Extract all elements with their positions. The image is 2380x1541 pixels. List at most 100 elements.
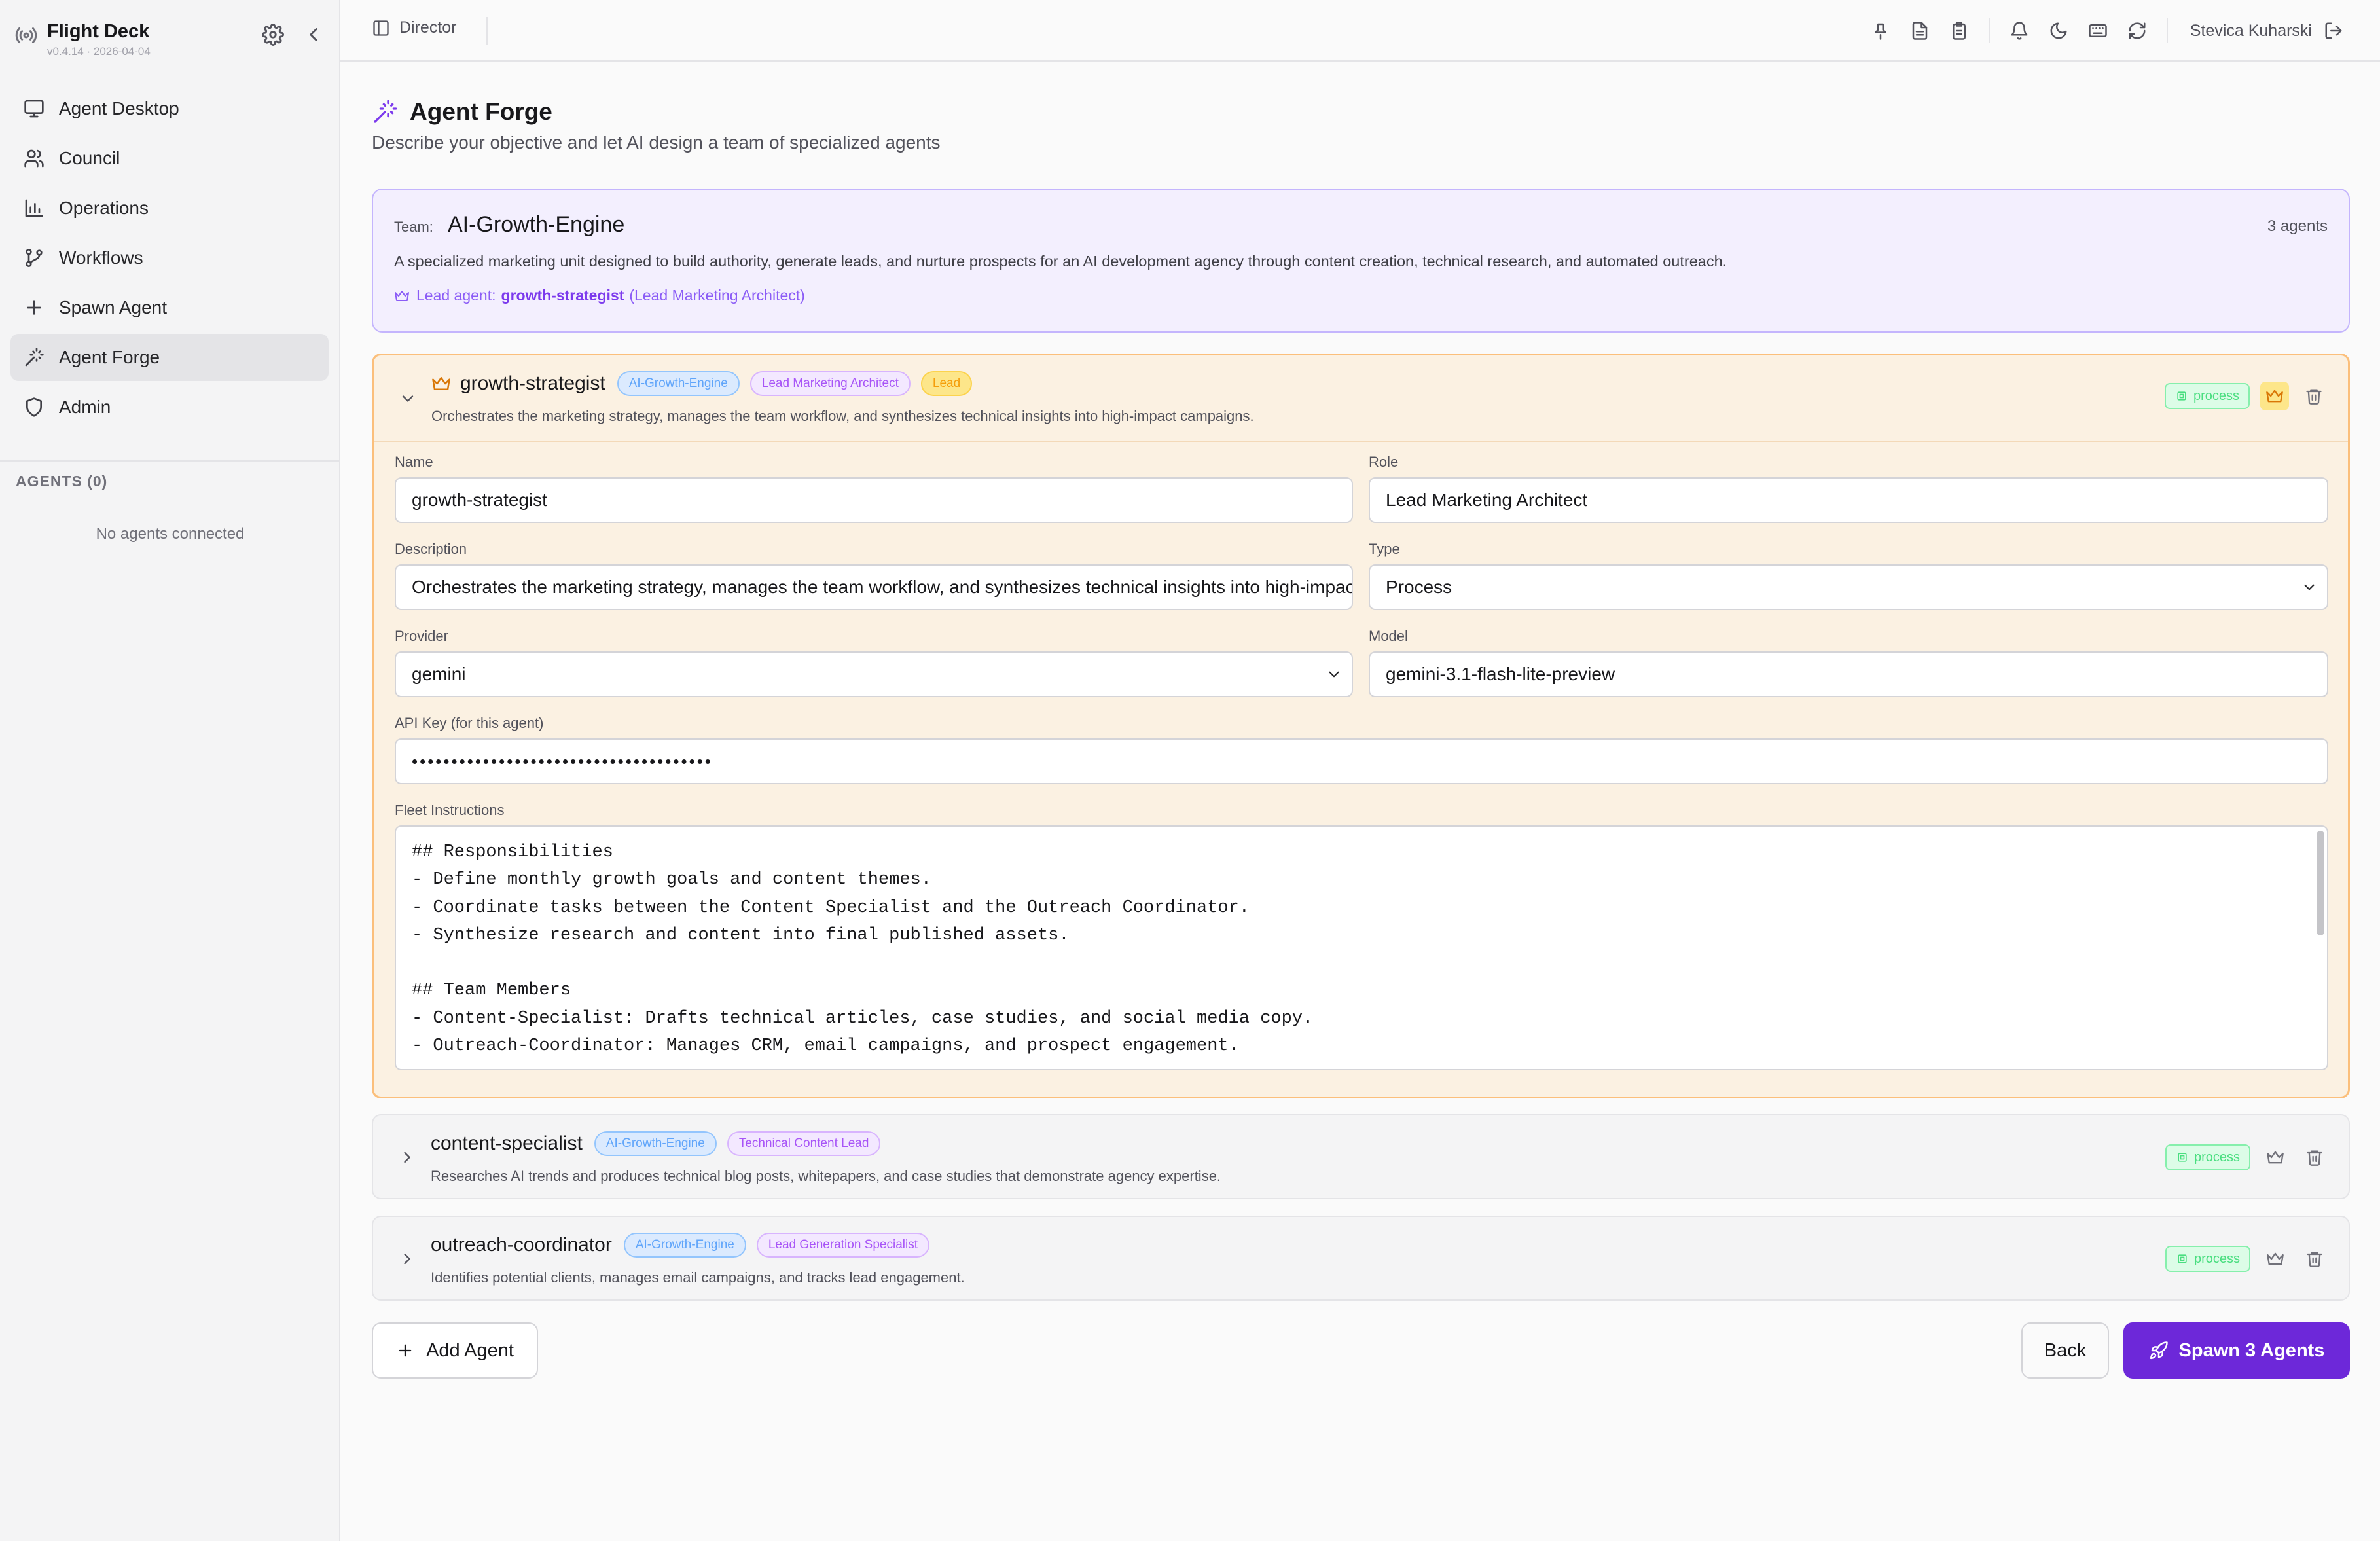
provider-select-value: gemini xyxy=(412,664,466,684)
refresh-icon[interactable] xyxy=(2127,21,2147,41)
team-label: Team: xyxy=(394,219,433,235)
app-name: Flight Deck xyxy=(47,21,150,42)
textarea-scrollbar[interactable] xyxy=(2317,831,2324,935)
crown-icon xyxy=(2266,390,2283,403)
team-description: A specialized marketing unit designed to… xyxy=(394,253,1727,270)
user-name[interactable]: Stevica Kuharski xyxy=(2190,22,2312,41)
monitor-icon xyxy=(24,100,44,118)
process-badge-label: process xyxy=(2193,388,2239,403)
users-icon xyxy=(24,149,44,168)
crown-icon xyxy=(395,290,409,301)
sidebar-item-label: Operations xyxy=(59,198,149,218)
pin-icon[interactable] xyxy=(1871,21,1890,41)
chevron-down-icon xyxy=(1329,671,1339,678)
model-input[interactable]: gemini-3.1-flash-lite-preview xyxy=(1369,651,2328,697)
rocket-icon xyxy=(2150,1341,2168,1360)
set-lead-button[interactable] xyxy=(2261,1244,2290,1273)
provider-select[interactable]: gemini xyxy=(395,651,1353,697)
sidebar-item-workflows[interactable]: Workflows xyxy=(10,234,329,281)
add-agent-button[interactable]: Add Agent xyxy=(372,1322,538,1379)
page-title-text: Agent Forge xyxy=(410,98,552,125)
agent-description: Identifies potential clients, manages em… xyxy=(431,1269,965,1286)
lead-prefix: Lead agent: xyxy=(416,287,496,304)
type-select-value: Process xyxy=(1386,577,1452,597)
spawn-agents-button[interactable]: Spawn 3 Agents xyxy=(2123,1322,2350,1379)
toolbar-divider xyxy=(2166,18,2168,43)
instruction-line: - Synthesize research and content into f… xyxy=(412,925,1070,945)
document-icon[interactable] xyxy=(1910,21,1930,41)
clipboard-icon[interactable] xyxy=(1949,21,1969,41)
delete-agent-button[interactable] xyxy=(2300,1244,2329,1273)
delete-agent-button[interactable] xyxy=(2299,382,2328,410)
main-area: Director Stevica Kuharski Agent Forge De… xyxy=(340,0,2380,1541)
page-subtitle: Describe your objective and let AI desig… xyxy=(372,132,941,153)
instruction-line: ## Responsibilities xyxy=(412,843,613,862)
app-version: v0.4.14 · 2026-04-04 xyxy=(47,45,151,58)
cpu-icon xyxy=(2178,1254,2187,1263)
process-badge: process xyxy=(2165,1144,2250,1170)
team-agent-count: 3 agents xyxy=(2267,217,2328,235)
breadcrumb[interactable]: Director xyxy=(372,18,457,37)
agent-title: content-specialist AI-Growth-Engine Tech… xyxy=(431,1131,891,1156)
sidebar-item-spawn-agent[interactable]: Spawn Agent xyxy=(10,284,329,331)
trash-icon xyxy=(2306,389,2322,405)
keyboard-icon[interactable] xyxy=(2088,21,2108,41)
toolbar-divider xyxy=(1988,18,1990,43)
trash-icon xyxy=(2307,1150,2322,1166)
sidebar-item-council[interactable]: Council xyxy=(10,135,329,182)
agents-section-header: AGENTS (0) xyxy=(16,473,108,490)
agent-card-outreach-coordinator[interactable]: outreach-coordinator AI-Growth-Engine Le… xyxy=(372,1216,2350,1301)
name-input[interactable]: growth-strategist xyxy=(395,477,1353,523)
topbar: Director Stevica Kuharski xyxy=(340,0,2380,62)
agents-empty-state: No agents connected xyxy=(96,525,245,543)
agent-name: growth-strategist xyxy=(460,372,605,394)
agent-description: Orchestrates the marketing strategy, man… xyxy=(431,408,1254,424)
crown-icon xyxy=(2267,1151,2284,1164)
set-lead-button[interactable] xyxy=(2260,382,2289,410)
gear-icon[interactable] xyxy=(262,24,284,46)
sidebar-item-label: Council xyxy=(59,148,120,168)
chevron-down-icon[interactable] xyxy=(399,390,417,408)
bell-icon[interactable] xyxy=(2010,21,2029,41)
agent-card-header[interactable]: growth-strategist AI-Growth-Engine Lead … xyxy=(374,355,2348,441)
role-badge: Technical Content Lead xyxy=(727,1131,881,1156)
page-title: Agent Forge xyxy=(372,98,552,126)
role-input[interactable]: Lead Marketing Architect xyxy=(1369,477,2328,523)
crown-icon xyxy=(432,377,450,390)
sidebar-item-operations[interactable]: Operations xyxy=(10,185,329,232)
chevron-right-icon[interactable] xyxy=(398,1148,416,1167)
agent-actions: process xyxy=(2165,1143,2329,1172)
lead-badge: Lead xyxy=(920,371,973,396)
back-button[interactable]: Back xyxy=(2021,1322,2109,1379)
sidebar-item-agent-desktop[interactable]: Agent Desktop xyxy=(10,85,329,132)
instruction-line xyxy=(412,949,2311,977)
process-badge-label: process xyxy=(2193,1251,2240,1266)
model-label: Model xyxy=(1369,628,1408,644)
delete-agent-button[interactable] xyxy=(2300,1143,2329,1172)
team-badge: AI-Growth-Engine xyxy=(594,1131,717,1156)
sidebar-item-admin[interactable]: Admin xyxy=(10,384,329,431)
cpu-icon xyxy=(2177,391,2186,401)
team-name: AI-Growth-Engine xyxy=(448,212,625,237)
sidebar-item-label: Workflows xyxy=(59,247,143,268)
set-lead-button[interactable] xyxy=(2261,1143,2290,1172)
type-select[interactable]: Process xyxy=(1369,564,2328,610)
chevron-right-icon[interactable] xyxy=(398,1250,416,1268)
logout-icon[interactable] xyxy=(2324,21,2343,41)
api-key-label: API Key (for this agent) xyxy=(395,715,544,731)
process-badge: process xyxy=(2165,1246,2250,1272)
collapse-sidebar-icon[interactable] xyxy=(302,24,325,46)
role-badge: Lead Marketing Architect xyxy=(749,371,911,396)
api-key-input[interactable]: •••••••••••••••••••••••••••••••••••••• xyxy=(395,738,2328,784)
role-label: Role xyxy=(1369,454,1399,470)
moon-icon[interactable] xyxy=(2049,21,2068,41)
description-input[interactable]: Orchestrates the marketing strategy, man… xyxy=(395,564,1353,610)
magic-wand-icon xyxy=(25,348,44,367)
fleet-instructions-textarea[interactable]: ## Responsibilities - Define monthly grow… xyxy=(395,825,2328,1070)
broadcast-icon xyxy=(15,27,37,43)
description-label: Description xyxy=(395,541,467,557)
agent-card-content-specialist[interactable]: content-specialist AI-Growth-Engine Tech… xyxy=(372,1114,2350,1199)
magic-wand-icon xyxy=(374,100,397,123)
lead-agent-role: (Lead Marketing Architect) xyxy=(629,287,805,304)
sidebar-item-agent-forge[interactable]: Agent Forge xyxy=(10,334,329,381)
